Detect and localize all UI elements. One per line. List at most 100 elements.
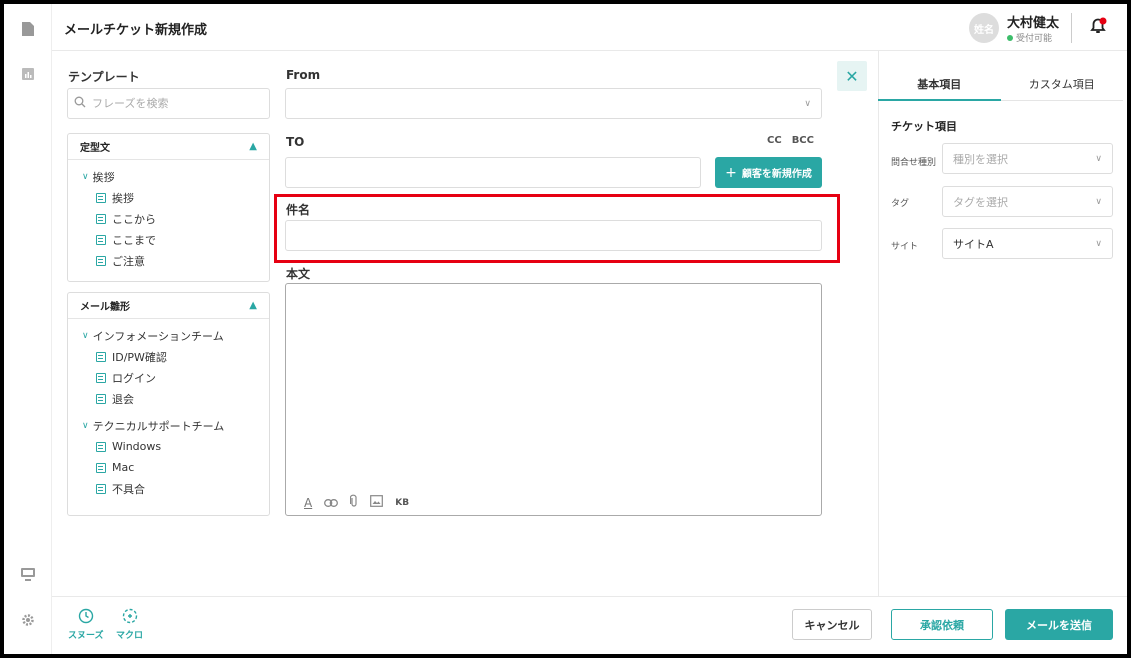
template-item[interactable]: 退会: [68, 388, 269, 409]
subject-highlight-box: [274, 194, 840, 263]
page-title: メールチケット新規作成: [64, 23, 208, 38]
new-customer-button[interactable]: + 顧客を新規作成: [715, 157, 822, 188]
inquiry-type-select[interactable]: 種別を選択 ∨: [942, 143, 1113, 174]
template-item-label: 退会: [112, 392, 134, 406]
to-field: [285, 157, 701, 188]
macro-button[interactable]: マクロ: [116, 608, 143, 641]
template-doc-icon: [96, 372, 106, 383]
gear-icon[interactable]: [4, 613, 52, 627]
template-item-label: ここから: [112, 212, 156, 226]
template-doc-icon: [96, 483, 106, 494]
template-item[interactable]: ID/PW確認: [68, 346, 269, 367]
template-item-label: 挨拶: [112, 191, 134, 205]
to-input[interactable]: [286, 158, 700, 187]
cc-link[interactable]: CC: [767, 135, 782, 146]
chart-icon[interactable]: [4, 68, 52, 80]
site-select[interactable]: サイトA ∨: [942, 228, 1113, 259]
macro-icon: [122, 608, 138, 627]
template-item[interactable]: 挨拶: [68, 187, 269, 208]
document-icon[interactable]: [4, 22, 52, 36]
tree-group[interactable]: ∨ 挨拶: [68, 166, 269, 187]
template-doc-icon: [96, 462, 106, 473]
tree-group[interactable]: ∨ テクニカルサポートチーム: [68, 415, 269, 436]
tree-group[interactable]: ∨ インフォメーションチーム: [68, 325, 269, 346]
right-tabs: 基本項目 カスタム項目: [878, 64, 1123, 101]
snooze-label: スヌーズ: [68, 631, 104, 641]
user-status-text: 受付可能: [1016, 34, 1053, 44]
tag-label: タグ: [891, 199, 910, 209]
chevron-down-icon: ∨: [82, 330, 89, 341]
from-label: From: [286, 68, 321, 82]
link-icon[interactable]: [324, 496, 339, 510]
avatar[interactable]: 姓名: [969, 13, 999, 43]
inquiry-type-label: 問合せ種別: [891, 158, 937, 168]
template-search-input[interactable]: [92, 97, 252, 110]
template-item[interactable]: ここまで: [68, 229, 269, 250]
mail-template-header[interactable]: メール雛形 ▲: [68, 293, 269, 319]
mail-template-title: メール雛形: [80, 302, 130, 313]
user-status: 受付可能: [1007, 31, 1052, 44]
inquiry-type-placeholder: 種別を選択: [953, 152, 1008, 166]
attachment-icon[interactable]: [350, 494, 358, 511]
template-search: [67, 88, 270, 119]
clock-icon: [78, 608, 94, 627]
status-dot-icon: [1007, 34, 1013, 41]
template-doc-icon: [96, 441, 106, 452]
app-window: メールチケット新規作成 姓名 大村健太 受付可能 テンプレート 定型文 ▲ ∨挨…: [4, 4, 1127, 654]
plus-icon: +: [725, 164, 737, 181]
snooze-button[interactable]: スヌーズ: [68, 608, 104, 641]
template-item[interactable]: Mac: [68, 457, 269, 478]
template-item[interactable]: Windows: [68, 436, 269, 457]
tab-basic[interactable]: 基本項目: [878, 64, 1001, 101]
from-select[interactable]: ∨: [285, 88, 822, 119]
bell-icon[interactable]: [1088, 16, 1108, 39]
body-label: 本文: [286, 267, 311, 281]
fixed-phrase-title: 定型文: [80, 143, 110, 154]
chevron-down-icon: ∨: [82, 420, 89, 431]
kb-button[interactable]: KB: [395, 498, 409, 508]
monitor-icon[interactable]: [4, 568, 52, 581]
group-label: インフォメーションチーム: [92, 329, 224, 343]
chevron-down-icon: ∨: [1095, 153, 1102, 164]
text-format-icon[interactable]: A: [304, 496, 312, 510]
template-item[interactable]: ログイン: [68, 367, 269, 388]
chevron-down-icon: ∨: [1095, 238, 1102, 249]
ticket-section-title: チケット項目: [891, 120, 957, 133]
site-label: サイト: [891, 242, 919, 252]
send-mail-button[interactable]: メールを送信: [1005, 609, 1113, 640]
image-icon[interactable]: [370, 495, 384, 510]
tag-select[interactable]: タグを選択 ∨: [942, 186, 1113, 217]
template-label: テンプレート: [68, 70, 140, 84]
icon-rail: [4, 4, 52, 654]
close-icon: ✕: [845, 66, 859, 86]
template-item[interactable]: 不具合: [68, 478, 269, 499]
to-label: TO: [286, 135, 305, 149]
template-doc-icon: [96, 234, 106, 245]
template-item[interactable]: ここから: [68, 208, 269, 229]
new-customer-label: 顧客を新規作成: [741, 169, 812, 180]
header-divider: [1071, 13, 1072, 43]
cancel-button[interactable]: キャンセル: [792, 609, 872, 640]
chevron-up-icon[interactable]: ▲: [249, 300, 257, 311]
user-name: 大村健太: [1007, 16, 1060, 31]
template-item-label: ご注意: [112, 254, 145, 268]
template-item[interactable]: ご注意: [68, 250, 269, 271]
group-label: テクニカルサポートチーム: [92, 419, 225, 433]
fixed-phrase-header[interactable]: 定型文 ▲: [68, 134, 269, 160]
editor-toolbar: A KB: [304, 494, 409, 511]
chevron-up-icon[interactable]: ▲: [249, 141, 257, 152]
template-item-label: ログイン: [112, 371, 156, 385]
macro-label: マクロ: [116, 631, 144, 641]
template-doc-icon: [96, 213, 106, 224]
tab-custom[interactable]: カスタム項目: [1001, 64, 1124, 101]
search-icon: [74, 96, 86, 111]
template-item-label: ID/PW確認: [112, 350, 167, 364]
template-doc-icon: [96, 192, 106, 203]
close-button[interactable]: ✕: [837, 61, 867, 91]
bcc-link[interactable]: BCC: [792, 135, 814, 146]
template-doc-icon: [96, 393, 106, 404]
chevron-down-icon: ∨: [804, 98, 811, 109]
mail-template-panel: メール雛形 ▲ ∨ インフォメーションチーム ID/PW確認 ログイン 退会 ∨ テ…: [67, 292, 270, 516]
approval-request-button[interactable]: 承認依頼: [891, 609, 993, 640]
body-editor[interactable]: [285, 283, 822, 516]
